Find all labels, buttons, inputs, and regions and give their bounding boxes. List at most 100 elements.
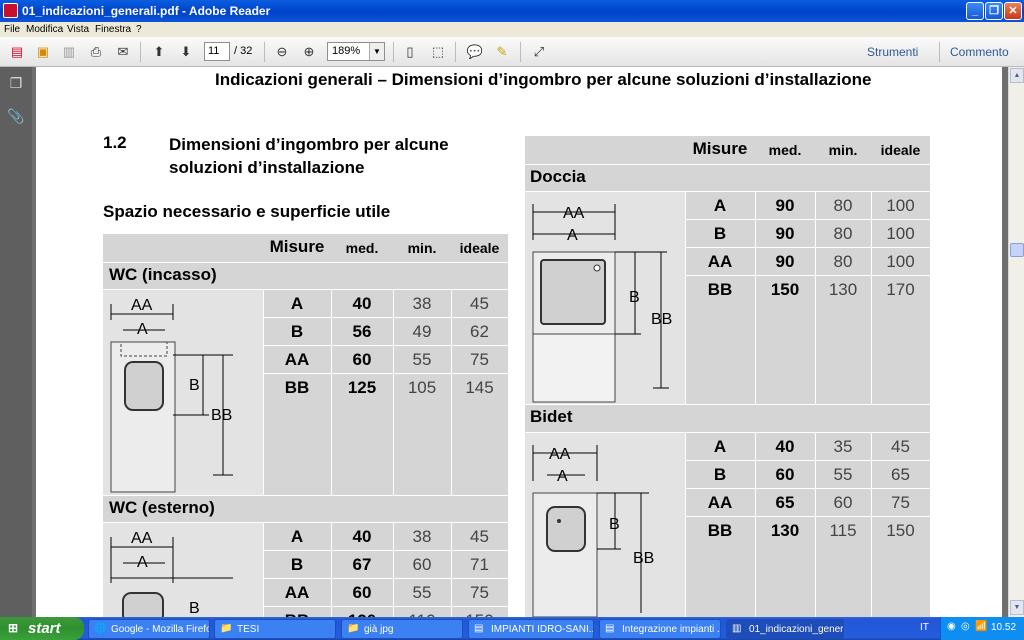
measure-value: 80 xyxy=(833,224,853,243)
task-integrazione[interactable]: ▤ Integrazione impianti ... xyxy=(599,619,721,639)
measure-value: 67 xyxy=(352,555,372,574)
task-adobe-reader[interactable]: ▥ 01_indicazioni_gener... xyxy=(726,619,844,639)
minimize-button[interactable]: _ xyxy=(966,2,984,20)
dim-label-b: B xyxy=(629,289,640,306)
menu-vista[interactable]: Vista xyxy=(67,24,89,35)
maximize-button[interactable]: ❐ xyxy=(985,2,1003,20)
subtitle: Spazio necessario e superficie utile xyxy=(103,202,391,221)
task-gia-jpg[interactable]: 📁 già jpg xyxy=(341,619,463,639)
scroll-up-icon[interactable]: ▲ xyxy=(1010,68,1024,83)
adobe-reader-icon xyxy=(3,3,18,18)
measure-value: 90 xyxy=(775,196,795,215)
document-icon: ▤ xyxy=(474,623,484,634)
fit-width-icon[interactable]: ⬚ xyxy=(428,42,448,62)
chevron-down-icon[interactable]: ▼ xyxy=(369,43,384,60)
bidet-diagram: AA A B BB xyxy=(525,433,685,617)
network-icon[interactable]: ◎ xyxy=(961,621,970,632)
open-icon[interactable]: ▣ xyxy=(33,42,53,62)
wifi-icon[interactable]: 📶 xyxy=(975,621,987,632)
start-label: start xyxy=(28,620,61,637)
highlight-icon[interactable]: ✎ xyxy=(492,42,512,62)
measure-value: 60 xyxy=(775,465,795,484)
measure-label: AA xyxy=(707,493,733,512)
tools-link[interactable]: Strumenti xyxy=(867,45,918,59)
print-icon[interactable]: ⎙ xyxy=(86,42,106,62)
windows-flag-icon: ⊞ xyxy=(8,621,19,635)
menu-help[interactable]: ? xyxy=(136,24,142,35)
dim-label-a: A xyxy=(567,227,578,244)
dim-label-b: B xyxy=(189,600,200,617)
task-impianti[interactable]: ▤ IMPIANTI IDRO-SANI... xyxy=(468,619,594,639)
measure-value: 40 xyxy=(352,527,372,546)
document-icon: ▤ xyxy=(605,623,615,634)
measure-value: 90 xyxy=(775,224,795,243)
dim-label-aa: AA xyxy=(563,205,585,222)
measure-value: 56 xyxy=(352,322,372,341)
zoom-value: 189% xyxy=(332,45,361,57)
pdf-icon: ▥ xyxy=(732,623,742,634)
measure-value: 62 xyxy=(470,322,489,341)
fullscreen-icon[interactable]: ⤢ xyxy=(529,42,549,62)
create-pdf-icon[interactable]: ▤ xyxy=(7,42,27,62)
folder-icon: 📁 xyxy=(220,623,233,634)
scroll-thumb[interactable] xyxy=(1010,243,1024,257)
measure-value: 80 xyxy=(833,252,853,271)
bidet-drawing: AA A B BB xyxy=(532,445,654,617)
sticky-note-icon[interactable]: 💬 xyxy=(465,42,485,62)
measure-value: 71 xyxy=(470,555,489,574)
measure-value: 65 xyxy=(891,465,910,484)
measure-value: 40 xyxy=(775,437,795,456)
window-title: 01_indicazioni_generali.pdf - Adobe Read… xyxy=(22,4,271,18)
navigation-pane: ❐ 📎 xyxy=(0,67,32,617)
scroll-down-icon[interactable]: ▼ xyxy=(1010,600,1024,615)
antivirus-icon[interactable]: ◉ xyxy=(947,621,956,632)
measure-value: 38 xyxy=(412,527,432,546)
measure-label: B xyxy=(290,555,304,574)
previous-page-icon[interactable]: ⬆ xyxy=(149,42,169,62)
dim-label-aa: AA xyxy=(549,446,571,463)
comment-link[interactable]: Commento xyxy=(950,45,1009,59)
task-tesi[interactable]: 📁 TESI xyxy=(214,619,336,639)
measure-value: 90 xyxy=(775,252,795,271)
section-number: 1.2 xyxy=(103,133,127,152)
page-number-input[interactable]: 11 xyxy=(204,42,230,61)
measure-value: 40 xyxy=(352,294,372,313)
email-icon[interactable]: ✉ xyxy=(113,42,133,62)
next-page-icon[interactable]: ⬇ xyxy=(176,42,196,62)
task-firefox[interactable]: 🌐 Google - Mozilla Firefox xyxy=(88,619,210,639)
group-title: WC (incasso) xyxy=(109,265,217,284)
menu-modifica[interactable]: Modifica xyxy=(26,24,63,35)
dim-label-aa: AA xyxy=(131,530,153,547)
fit-page-icon[interactable]: ▯ xyxy=(400,42,420,62)
col-header-ideale: ideale xyxy=(459,240,500,256)
language-indicator[interactable]: IT xyxy=(920,622,929,633)
dim-label-bb: BB xyxy=(211,407,232,424)
measure-label: B xyxy=(290,322,304,341)
task-label: Integrazione impianti ... xyxy=(622,624,721,635)
zoom-select[interactable]: 189% ▼ xyxy=(327,42,385,61)
col-header-min: min. xyxy=(407,240,437,256)
task-label: Google - Mozilla Firefox xyxy=(111,624,210,635)
left-table: Misure med. min. ideale WC (incasso) AA xyxy=(103,234,508,617)
pages-icon[interactable]: ❐ xyxy=(7,75,25,93)
save-icon[interactable]: ▥ xyxy=(59,42,79,62)
zoom-out-icon[interactable]: ⊖ xyxy=(272,42,292,62)
zoom-in-icon[interactable]: ⊕ xyxy=(299,42,319,62)
measure-label: BB xyxy=(707,521,733,540)
measure-value: 100 xyxy=(886,252,915,271)
task-label: TESI xyxy=(237,624,260,635)
clock[interactable]: 10.52 xyxy=(991,622,1016,633)
attachments-icon[interactable]: 📎 xyxy=(7,108,25,126)
wc-esterno-drawing: AA A B xyxy=(110,530,233,617)
menu-file[interactable]: File xyxy=(4,24,20,35)
measure-value: 55 xyxy=(833,465,853,484)
measure-value: 150 xyxy=(886,521,915,540)
wc-incasso-diagram: AA A B BB xyxy=(103,290,263,495)
measure-value: 115 xyxy=(829,521,857,540)
close-button[interactable]: ✕ xyxy=(1004,2,1022,20)
vertical-scrollbar[interactable]: ▲ ▼ xyxy=(1008,67,1024,617)
measure-value: 55 xyxy=(412,583,432,602)
firefox-icon: 🌐 xyxy=(94,623,107,634)
start-button[interactable]: ⊞ start xyxy=(0,617,84,640)
menu-finestra[interactable]: Finestra xyxy=(95,24,131,35)
